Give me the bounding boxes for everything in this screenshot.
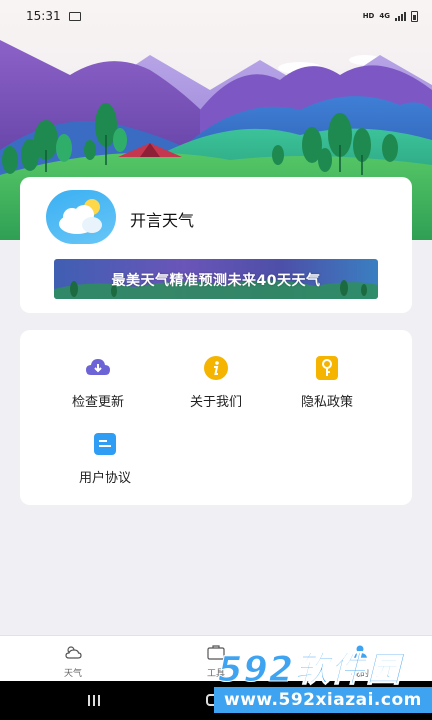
check-update-button[interactable]: 检查更新 (48, 355, 148, 410)
app-info-card: 开言天气 最美天气精准预测未来40天天气 (20, 177, 412, 313)
watermark-url: www.592xiazai.com (224, 690, 422, 710)
key-icon (314, 355, 340, 381)
recent-apps-button[interactable] (88, 695, 100, 706)
battery-icon (411, 10, 418, 22)
app-logo-weather-icon (46, 190, 116, 244)
banner-text: 最美天气精准预测未来40天天气 (111, 273, 321, 289)
status-bar: 15:31 HD 4G (0, 0, 432, 32)
status-time: 15:31 (26, 9, 61, 23)
document-icon (92, 431, 118, 457)
nav-tab-label: 天气 (63, 669, 82, 679)
watermark-brand-cn: 软件园 (294, 650, 403, 691)
menu-card: 检查更新 关于我们 隐私政策 用户协议 (20, 330, 412, 505)
info-icon (203, 355, 229, 381)
status-indicators: HD 4G (362, 10, 418, 22)
network-label: HD (362, 12, 375, 20)
signal-icon (395, 11, 406, 21)
menu-item-label: 用户协议 (78, 471, 131, 486)
privacy-policy-button[interactable]: 隐私政策 (277, 355, 377, 410)
about-us-button[interactable]: 关于我们 (166, 355, 266, 410)
weather-icon (43, 644, 103, 664)
menu-item-label: 关于我们 (189, 395, 242, 410)
nav-tab-weather[interactable]: 天气 (43, 644, 103, 679)
watermark-brand: 592软件园 (217, 641, 403, 692)
image-icon (68, 11, 81, 21)
menu-item-label: 隐私政策 (300, 395, 353, 410)
signal-type-label: 4G (379, 12, 390, 20)
app-name: 开言天气 (130, 211, 195, 230)
watermark-number: 592 (217, 650, 295, 691)
promo-banner[interactable]: 最美天气精准预测未来40天天气 (54, 259, 378, 299)
watermark-logo: 592软件园 www.592xiazai.com (214, 641, 432, 720)
menu-item-label: 检查更新 (71, 395, 124, 410)
cloud-download-icon (85, 355, 111, 381)
user-agreement-button[interactable]: 用户协议 (55, 431, 155, 486)
